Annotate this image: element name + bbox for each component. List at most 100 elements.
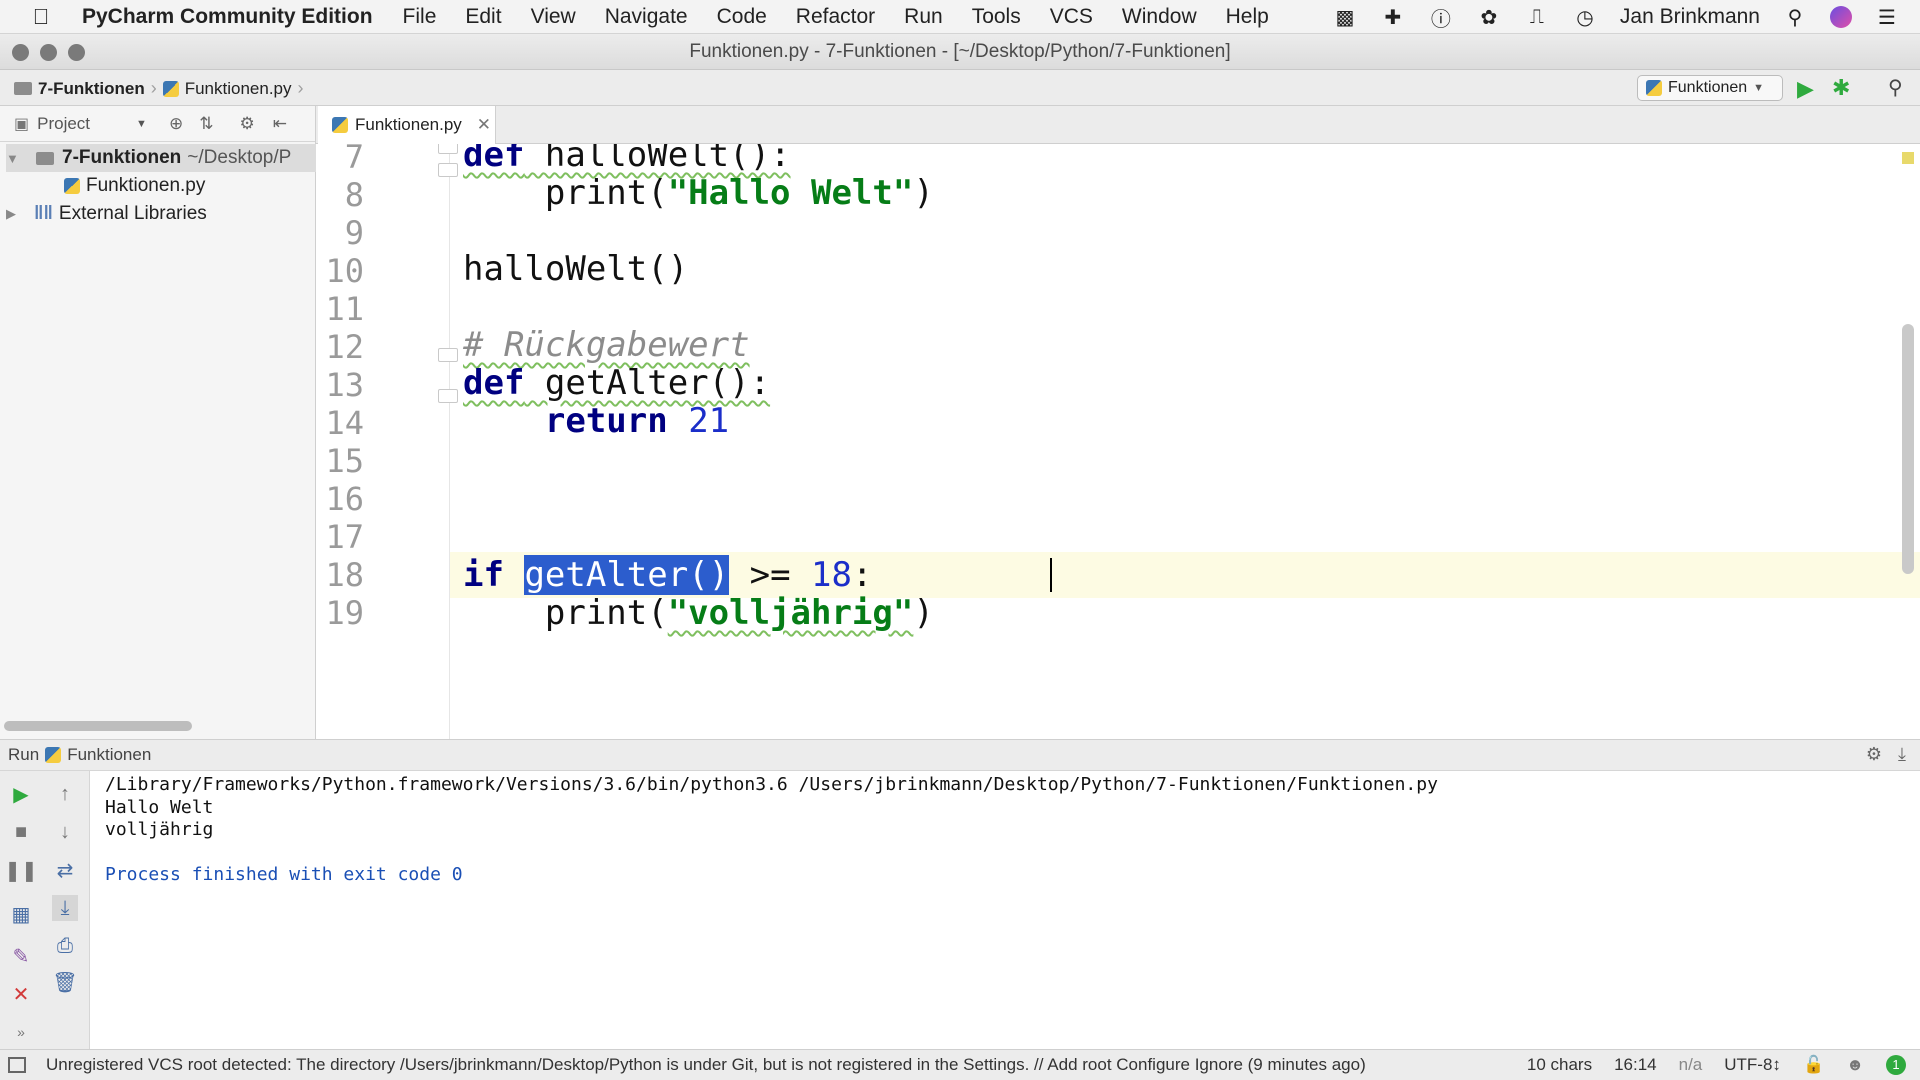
console-exit-line: Process finished with exit code 0: [105, 864, 463, 885]
run-icon[interactable]: ▶: [1797, 76, 1819, 101]
menu-vcs[interactable]: VCS: [1050, 5, 1093, 29]
feather-icon[interactable]: ✿: [1476, 4, 1502, 30]
menu-run[interactable]: Run: [904, 5, 943, 29]
bell-icon[interactable]: ⎍: [1524, 4, 1550, 30]
code-line-14[interactable]: return 21: [463, 398, 729, 444]
arrow-down-icon[interactable]: ↓: [52, 819, 78, 845]
rerun-icon[interactable]: ▶: [8, 781, 34, 807]
python-file-icon: [45, 747, 62, 763]
collapse-all-icon[interactable]: ⇅: [199, 114, 213, 134]
code-token: >=: [729, 555, 812, 595]
info-circle-icon[interactable]: ⓘ: [1428, 4, 1454, 31]
run-configuration-select[interactable]: Funktionen ▼: [1637, 75, 1783, 101]
line-separator-status[interactable]: n/a: [1679, 1055, 1703, 1075]
project-view-select[interactable]: Project: [37, 114, 90, 134]
code-editor[interactable]: 7 8 9 10 11 12 13 14 15 16 17 18 19 def …: [316, 144, 1920, 739]
status-message[interactable]: Unregistered VCS root detected: The dire…: [46, 1055, 1366, 1075]
apple-icon[interactable]: : [0, 4, 82, 30]
run-panel-label[interactable]: Run: [8, 745, 39, 765]
siri-icon[interactable]: [1830, 6, 1852, 28]
event-log-badge-icon[interactable]: 1: [1886, 1055, 1906, 1075]
gear-icon[interactable]: ⚙: [239, 114, 254, 134]
chevron-down-icon[interactable]: ▼: [136, 118, 147, 130]
tree-item-project-root[interactable]: ▼ 7-Funktionen ~/Desktop/P: [6, 144, 316, 172]
caret-position[interactable]: 16:14: [1614, 1055, 1657, 1075]
code-token: "Hallo Welt": [667, 173, 914, 213]
debug-bug-icon[interactable]: ✱: [1832, 75, 1856, 100]
soft-wrap-icon[interactable]: ⇄: [52, 857, 78, 883]
pause-icon[interactable]: ❚❚: [4, 857, 38, 883]
restore-layout-icon[interactable]: ▦: [8, 901, 34, 927]
notification-list-icon[interactable]: ☰: [1874, 4, 1900, 30]
lock-icon[interactable]: 🔓: [1803, 1055, 1824, 1075]
run-panel-config[interactable]: Funktionen: [67, 745, 151, 765]
search-everywhere-icon[interactable]: ⚲: [1888, 75, 1912, 99]
line-number: 13: [325, 366, 364, 404]
screen-recorder-icon[interactable]: ▩: [1332, 4, 1358, 30]
vertical-scrollbar[interactable]: [1902, 324, 1914, 574]
menu-tools[interactable]: Tools: [972, 5, 1021, 29]
app-name-menu[interactable]: PyCharm Community Edition: [82, 5, 373, 29]
menu-navigate[interactable]: Navigate: [605, 5, 688, 29]
code-line-8[interactable]: print("Hallo Welt"): [463, 170, 934, 216]
run-toolbar: ▶ ↑ ■ ↓ ❚❚ ⇄ ▦ ⤓ ⎙ ✎ 🗑 ✕ »: [0, 771, 90, 1049]
code-token: "volljährig": [667, 593, 914, 633]
fold-marker-icon[interactable]: [438, 348, 458, 362]
pin-tab-icon[interactable]: ✎: [8, 943, 34, 969]
project-view-icon: ▣: [14, 115, 30, 133]
folder-icon: [36, 151, 54, 165]
close-icon[interactable]: ✕: [477, 115, 491, 135]
text-caret: [1050, 558, 1052, 592]
scroll-from-source-icon[interactable]: ⊕: [169, 114, 183, 134]
print-icon[interactable]: ⎙: [52, 933, 78, 959]
stop-icon[interactable]: ■: [8, 819, 34, 845]
fold-marker-icon[interactable]: [438, 163, 458, 177]
selected-text: getAlter(): [524, 555, 730, 595]
code-line-17[interactable]: print("volljährig"): [463, 590, 934, 636]
code-token: ): [913, 593, 934, 633]
menu-code[interactable]: Code: [717, 5, 767, 29]
tab-funktionen-py[interactable]: Funktionen.py ✕: [318, 106, 496, 144]
menu-file[interactable]: File: [403, 5, 437, 29]
inspection-status-icon[interactable]: [1902, 152, 1914, 164]
chevron-down-icon[interactable]: ▼: [6, 151, 20, 166]
menu-view[interactable]: View: [531, 5, 576, 29]
menu-window[interactable]: Window: [1122, 5, 1197, 29]
gear-icon[interactable]: ⚙: [1866, 744, 1882, 765]
tool-windows-toggle-icon[interactable]: [8, 1057, 26, 1073]
chevron-right-icon[interactable]: ▶: [6, 206, 20, 222]
close-icon[interactable]: ✕: [8, 981, 34, 1007]
file-encoding[interactable]: UTF-8↕: [1724, 1055, 1781, 1075]
menu-edit[interactable]: Edit: [465, 5, 501, 29]
breadcrumb-project[interactable]: 7-Funktionen: [38, 79, 145, 99]
fold-marker-icon[interactable]: [438, 389, 458, 403]
menu-help[interactable]: Help: [1226, 5, 1269, 29]
hide-panel-icon[interactable]: ⤓: [1898, 744, 1906, 765]
line-number: 18: [325, 556, 364, 594]
line-number: 15: [325, 442, 364, 480]
hide-panel-icon[interactable]: ⇤: [273, 114, 287, 134]
tree-item-external-libraries[interactable]: ▶ ‖‖ External Libraries: [6, 200, 207, 228]
menu-refactor[interactable]: Refactor: [796, 5, 875, 29]
line-number: 14: [325, 404, 364, 442]
plus-cross-icon[interactable]: ✚: [1380, 4, 1406, 30]
time-machine-icon[interactable]: ◷: [1572, 4, 1598, 30]
inspector-icon[interactable]: ☻: [1846, 1055, 1864, 1075]
code-token: getAlter():: [524, 363, 771, 403]
code-line-10[interactable]: halloWelt(): [463, 246, 688, 292]
more-chevron-icon[interactable]: »: [8, 1019, 34, 1045]
console-line: /Library/Frameworks/Python.framework/Ver…: [105, 774, 1438, 795]
python-file-icon: [332, 117, 348, 133]
horizontal-scrollbar[interactable]: [4, 721, 192, 731]
scroll-to-end-icon[interactable]: ⤓: [52, 895, 78, 921]
tree-item-funktionen-py[interactable]: Funktionen.py: [64, 172, 205, 200]
code-token: ): [913, 173, 934, 213]
run-console-output[interactable]: /Library/Frameworks/Python.framework/Ver…: [90, 771, 1920, 1049]
breadcrumb-file[interactable]: Funktionen.py: [185, 79, 292, 99]
user-name[interactable]: Jan Brinkmann: [1620, 5, 1760, 29]
arrow-up-icon[interactable]: ↑: [52, 781, 78, 807]
line-number: 11: [325, 290, 364, 328]
fold-marker-icon[interactable]: [438, 144, 458, 154]
trash-icon[interactable]: 🗑: [52, 969, 78, 995]
spotlight-search-icon[interactable]: ⚲: [1782, 4, 1808, 30]
